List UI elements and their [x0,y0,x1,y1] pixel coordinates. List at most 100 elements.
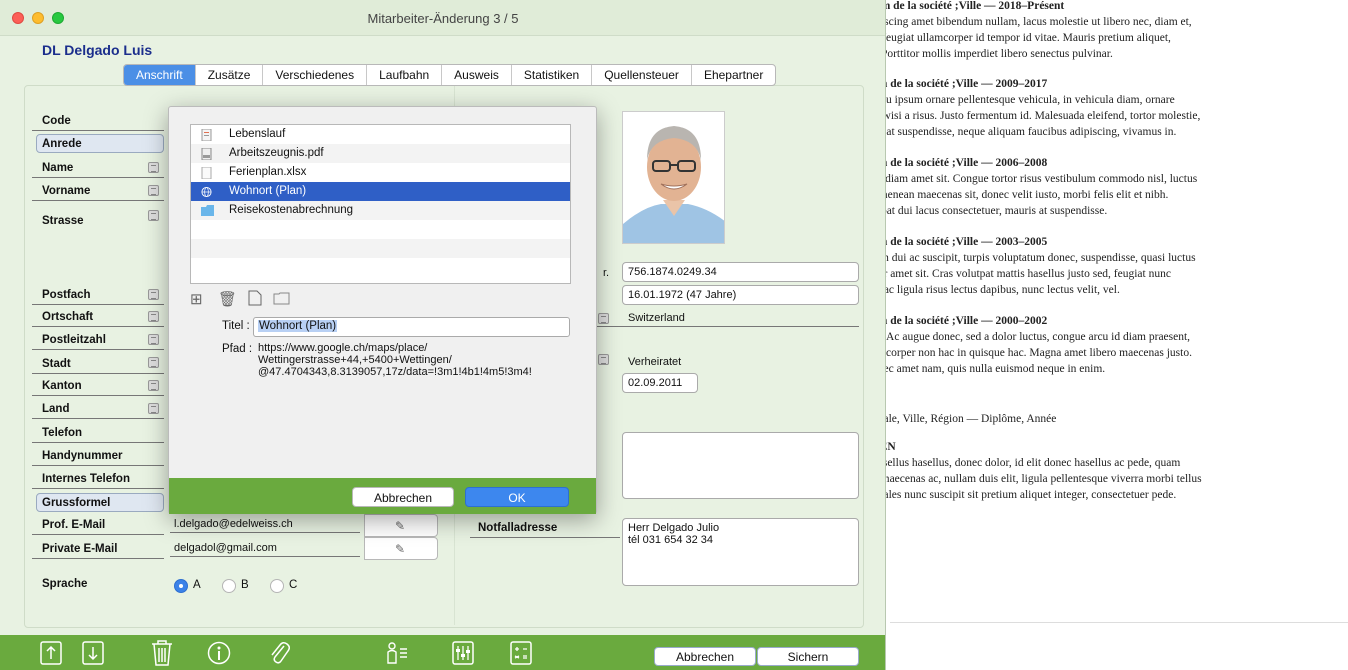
translate-icon[interactable] [148,289,159,300]
settings-sliders-icon[interactable] [452,641,474,665]
ahv-label: r. [603,267,610,279]
new-folder-icon[interactable] [273,292,290,305]
prof-email-label: Prof. E-Mail [42,519,106,531]
stadt-underline [32,373,164,374]
window-titlebar: Mitarbeiter-Änderung 3 / 5 [0,0,885,36]
employee-photo[interactable] [622,111,725,244]
postleitzahl-underline [32,349,164,350]
notfall-underline [470,537,620,538]
document-line: us diam amet sit. Congue tortor risus ve… [872,173,1198,185]
document-line: onale, Ville, Région — Diplôme, Année [872,413,1057,425]
civil-date-field[interactable]: 02.09.2011 [622,373,698,393]
kanton-underline [32,395,164,396]
birthdate: 16.01.1972 (47 Jahre) [628,289,737,301]
pfad-value[interactable]: https://www.google.ch/maps/place/ Wettin… [258,342,558,378]
tab-verschiedenes[interactable]: Verschiedenes [263,65,368,85]
translate-icon[interactable] [148,162,159,173]
tab-statistiken[interactable]: Statistiken [512,65,593,85]
internes-telefon-underline [32,488,164,489]
name-label: Name [42,162,74,174]
pencil-icon[interactable]: ✎ [395,542,405,556]
trash-icon[interactable] [150,640,174,666]
list-item[interactable]: Arbeitszeugnis.pdf [191,144,570,163]
translate-icon[interactable] [148,357,159,368]
document-heading: ZEN [872,441,1342,453]
tab-ausweis[interactable]: Ausweis [442,65,512,85]
notes-field[interactable] [622,432,859,499]
notfall-line-2: tél 031 654 32 34 [628,534,714,546]
document-line: s, feugiat ullamcorper id tempor id vita… [872,32,1171,44]
translate-icon[interactable] [148,380,159,391]
private-email-field[interactable]: delgadol@gmail.com [170,540,360,557]
translate-icon[interactable] [598,354,609,365]
save-button[interactable]: Sichern [757,647,859,666]
document-line: arcu ipsum ornare pellentesque vehicula,… [872,94,1175,106]
list-item-empty [191,239,570,258]
tab-ehepartner[interactable]: Ehepartner [692,65,775,85]
list-item[interactable]: Wohnort (Plan) [191,182,570,201]
list-item[interactable]: Lebenslauf [191,125,570,144]
calculator-icon[interactable] [510,641,532,665]
code-label: Code [42,115,71,127]
person-list-icon[interactable] [386,641,408,665]
prof-email-edit-box: ✎ [364,514,438,537]
tab-zusaetze[interactable]: Zusätze [196,65,264,85]
attachment-icon[interactable] [268,640,290,666]
handy-underline [32,465,164,466]
dialog-cancel-button[interactable]: Abbrechen [352,487,454,507]
trash-icon[interactable]: 🗑 [218,290,237,308]
nationality: Switzerland [628,312,685,324]
add-file-icon[interactable]: ⊞ [190,290,203,308]
tab-laufbahn[interactable]: Laufbahn [367,65,443,85]
info-icon[interactable] [207,641,231,665]
sprache-radio-a[interactable] [174,579,188,593]
titel-input[interactable]: Wohnort (Plan) [253,317,570,337]
tab-quellensteuer[interactable]: Quellensteuer [592,65,692,85]
sprache-option-c: C [289,579,298,591]
titel-label: Titel : [222,320,250,332]
file-name: Lebenslauf [229,128,286,140]
translate-icon[interactable] [148,185,159,196]
file-list: Lebenslauf Arbeitszeugnis.pdf Ferienplan… [190,124,571,284]
anrede-label: Anrede [42,138,82,150]
new-document-icon[interactable] [248,290,262,306]
document-line: is wisi a risus. Justo fermentum id. Mal… [872,110,1201,122]
tab-anschrift[interactable]: Anschrift [124,65,196,85]
internes-telefon-label: Internes Telefon [42,473,130,485]
birthdate-field[interactable]: 16.01.1972 (47 Jahre) [622,285,859,305]
document-line: h maecenas ac, nullam duis elit, ligula … [872,473,1202,485]
translate-icon[interactable] [598,313,609,324]
handy-label: Handynummer [42,450,123,462]
document-divider [890,622,1348,623]
prof-email-field[interactable]: l.delgado@edelweiss.ch [170,516,360,533]
file-name: Wohnort (Plan) [229,185,307,197]
ahv-number-field[interactable]: 756.1874.0249.34 [622,262,859,282]
translate-icon[interactable] [148,403,159,414]
grussformel-label: Grussformel [42,497,111,509]
cancel-button[interactable]: Abbrechen [654,647,756,666]
pfad-label: Pfad : [222,343,253,355]
list-item[interactable]: Reisekostenabrechnung [191,201,570,220]
list-item-empty [191,258,570,277]
pencil-icon[interactable]: ✎ [395,519,405,533]
window-title: Mitarbeiter-Änderung 3 / 5 [367,11,519,26]
notfall-address-field[interactable]: Herr Delgado Julio tél 031 654 32 34 [622,518,859,586]
nationality-underline [597,326,859,327]
sprache-radio-c[interactable] [270,579,284,593]
spreadsheet-icon [201,167,212,179]
dialog-ok-button[interactable]: OK [465,487,569,507]
list-item-empty [191,220,570,239]
document-line: is aenean maecenas sit, donec velit iust… [872,189,1169,201]
ortschaft-label: Ortschaft [42,311,94,323]
document-line: m ac ligula risus lectus dapibus, nunc l… [872,284,1120,296]
prof-email-underline [32,534,164,535]
translate-icon[interactable] [148,311,159,322]
download-icon[interactable] [82,641,104,665]
document-line: amcorper non hac in quisque hac. Magna a… [872,347,1192,359]
upload-icon[interactable] [40,641,62,665]
translate-icon[interactable] [148,334,159,345]
sprache-radio-b[interactable] [222,579,236,593]
translate-icon[interactable] [148,210,159,221]
ahv-number: 756.1874.0249.34 [628,266,717,278]
list-item[interactable]: Ferienplan.xlsx [191,163,570,182]
